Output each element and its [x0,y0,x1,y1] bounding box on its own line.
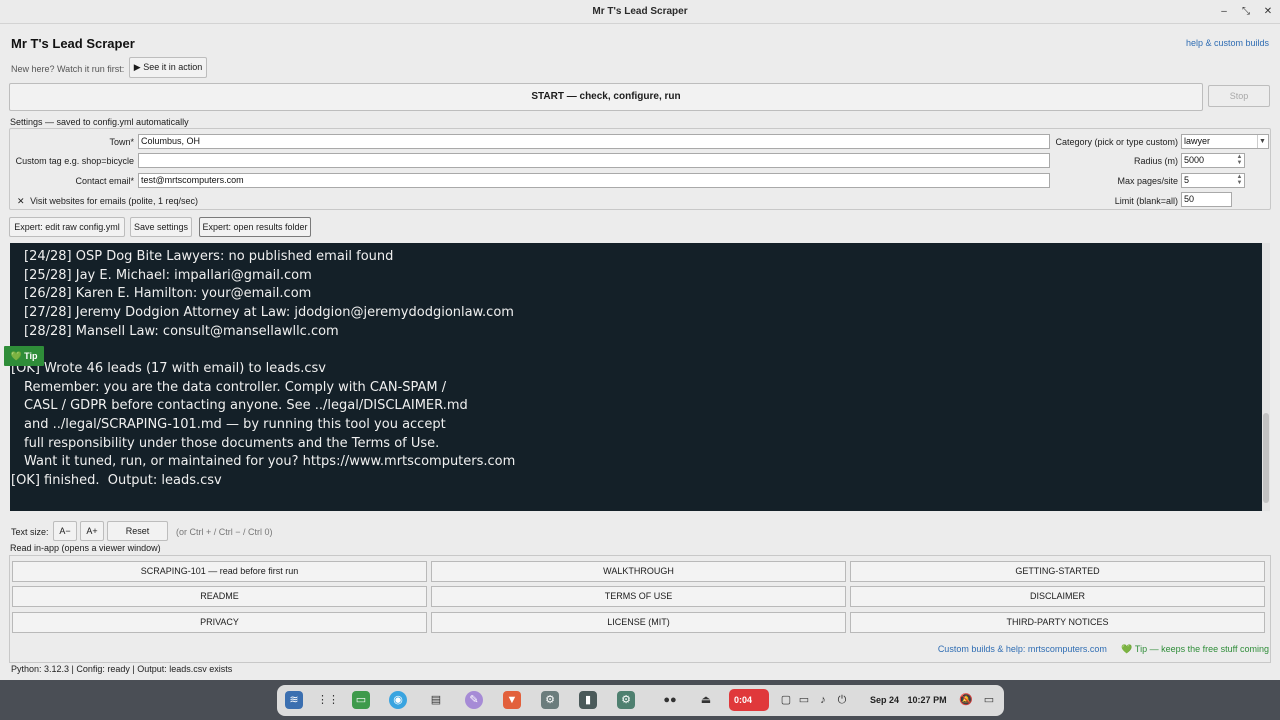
log-line: Want it tuned, run, or maintained for yo… [24,454,516,469]
log-line: and ../legal/SCRAPING-101.md — by runnin… [24,417,446,432]
eject-icon[interactable]: ⏏ [697,691,715,709]
log-line: [27/28] Jeremy Dodgion Attorney at Law: … [24,305,514,320]
custom-tag-label: Custom tag e.g. shop=bicycle [15,156,134,166]
log-line: CASL / GDPR before contacting anyone. Se… [24,398,468,413]
screen-recorder-timer[interactable]: 0:04 [729,689,769,711]
custom-builds-link[interactable]: Custom builds & help: mrtscomputers.com [938,644,1107,654]
log-line: [25/28] Jay E. Michael: impallari@gmail.… [24,268,312,283]
show-desktop-icon[interactable]: ▭ [980,691,998,709]
doc-license-button[interactable]: LICENSE (MIT) [431,612,846,633]
taskbar: ≋ ⋮⋮ ▭ ◉ ▤ ✎ ▼ ⚙ ▮ ⚙ ●● ⏏ 0:04 ▢ ▭ ♪ ⏻ S… [277,685,1004,716]
text-size-label: Text size: [11,527,49,537]
visit-websites-checkbox[interactable]: ✕ Visit websites for emails (polite, 1 r… [17,196,198,207]
date-label: Sep 24 [870,695,900,705]
app-title: Mr T's Lead Scraper [11,36,135,51]
contact-email-input[interactable]: test@mrtscomputers.com [138,173,1050,188]
doc-getting-started-button[interactable]: GETTING-STARTED [850,561,1265,582]
app-window-icon[interactable]: ⚙ [617,691,635,709]
clipboard-icon[interactable]: ▤ [427,691,445,709]
chat-icon[interactable]: ✎ [465,691,483,709]
help-custom-builds-link[interactable]: help & custom builds [1186,38,1269,48]
spin-arrows-icon[interactable]: ▲ ▼ [1236,154,1243,167]
read-in-app-label: Read in-app (opens a viewer window) [10,543,161,553]
category-label: Category (pick or type custom) [1055,137,1178,147]
text-size-hint: (or Ctrl + / Ctrl − / Ctrl 0) [176,527,273,537]
radius-label: Radius (m) [1133,156,1178,166]
toggle-icon[interactable]: ●● [655,691,685,709]
radius-spinbox[interactable]: 5000 ▲ ▼ [1181,153,1245,168]
log-console[interactable]: [24/28] OSP Dog Bite Lawyers: no publish… [10,243,1262,511]
max-pages-value: 5 [1184,175,1190,185]
custom-tag-input[interactable] [138,153,1050,168]
files-icon[interactable]: ▭ [352,691,370,709]
log-line: full responsibility under those document… [24,436,440,451]
category-combobox[interactable]: lawyer ▼ [1181,134,1269,149]
app-grid-icon[interactable]: ⋮⋮ [317,691,339,709]
brave-icon[interactable]: ▼ [503,691,521,709]
max-pages-spinbox[interactable]: 5 ▲ ▼ [1181,173,1245,188]
open-results-folder-button[interactable]: Expert: open results folder [199,217,311,237]
log-line: [28/28] Mansell Law: consult@mansellawll… [24,324,339,339]
spin-arrows-icon[interactable]: ▲ ▼ [1236,174,1243,187]
new-here-label: New here? Watch it run first: [11,64,125,74]
doc-privacy-button[interactable]: PRIVACY [12,612,427,633]
text-size-decrease-button[interactable]: A− [53,521,77,541]
log-scrollbar-thumb[interactable] [1263,413,1269,503]
chevron-down-icon[interactable]: ▼ [1257,135,1267,148]
volume-icon[interactable]: ♪ [814,691,832,709]
see-it-in-action-button[interactable]: ▶ See it in action [129,57,207,78]
doc-scraping-101-button[interactable]: SCRAPING-101 — read before first run [12,561,427,582]
log-line: Remember: you are the data controller. C… [24,380,447,395]
clipboard-tray-icon[interactable]: ▢ [777,691,795,709]
category-value: lawyer [1184,136,1211,146]
limit-label: Limit (blank=all) [1114,196,1178,206]
limit-input[interactable]: 50 [1181,192,1232,207]
start-button[interactable]: START — check, configure, run [9,83,1203,111]
checkbox-checked-icon: ✕ [17,196,25,206]
browser-icon[interactable]: ◉ [389,691,407,709]
contact-email-label: Contact email* [75,176,134,186]
window-title: Mr T's Lead Scraper [592,6,688,17]
log-line: [24/28] OSP Dog Bite Lawyers: no publish… [24,249,394,264]
display-icon[interactable]: ▭ [795,691,813,709]
log-line: [OK] finished. Output: leads.csv [11,473,222,488]
visit-websites-label: Visit websites for emails (polite, 1 req… [30,196,198,206]
text-size-reset-button[interactable]: Reset [107,521,168,541]
window-titlebar: Mr T's Lead Scraper – ⤡ ✕ [0,0,1280,24]
tip-link[interactable]: 💚 Tip — keeps the free stuff coming [1121,644,1269,654]
time-label: 10:27 PM [907,695,947,705]
town-label: Town* [109,137,134,147]
maximize-icon[interactable]: ⤡ [1238,4,1254,20]
terminal-icon[interactable]: ▮ [579,691,597,709]
radius-value: 5000 [1184,155,1205,165]
notifications-muted-icon[interactable]: 🔕 [957,691,975,709]
app-window: Mr T's Lead Scraper help & custom builds… [0,24,1280,680]
tip-badge[interactable]: 💚 Tip [4,346,44,366]
settings-section-label: Settings — saved to config.yml automatic… [10,117,189,127]
doc-readme-button[interactable]: README [12,586,427,607]
stop-button[interactable]: Stop [1208,85,1270,107]
doc-third-party-notices-button[interactable]: THIRD-PARTY NOTICES [850,612,1265,633]
log-scrollbar[interactable] [1262,243,1270,511]
taskbar-clock[interactable]: Sep 24 10:27 PM [870,695,947,705]
log-line: [OK] Wrote 46 leads (17 with email) to l… [11,361,326,376]
doc-terms-of-use-button[interactable]: TERMS OF USE [431,586,846,607]
close-icon[interactable]: ✕ [1260,4,1276,20]
save-settings-button[interactable]: Save settings [130,217,192,237]
doc-walkthrough-button[interactable]: WALKTHROUGH [431,561,846,582]
doc-disclaimer-button[interactable]: DISCLAIMER [850,586,1265,607]
settings-gear-icon[interactable]: ⚙ [541,691,559,709]
power-icon[interactable]: ⏻ [833,691,851,709]
minimize-icon[interactable]: – [1216,4,1232,20]
text-size-increase-button[interactable]: A+ [80,521,104,541]
edit-config-button[interactable]: Expert: edit raw config.yml [9,217,125,237]
max-pages-label: Max pages/site [1117,176,1178,186]
town-input[interactable]: Columbus, OH [138,134,1050,149]
status-bar: Python: 3.12.3 | Config: ready | Output:… [11,664,233,674]
footer-links: Custom builds & help: mrtscomputers.com … [938,644,1269,655]
zorin-menu-icon[interactable]: ≋ [285,691,303,709]
log-line: [26/28] Karen E. Hamilton: your@email.co… [24,286,312,301]
